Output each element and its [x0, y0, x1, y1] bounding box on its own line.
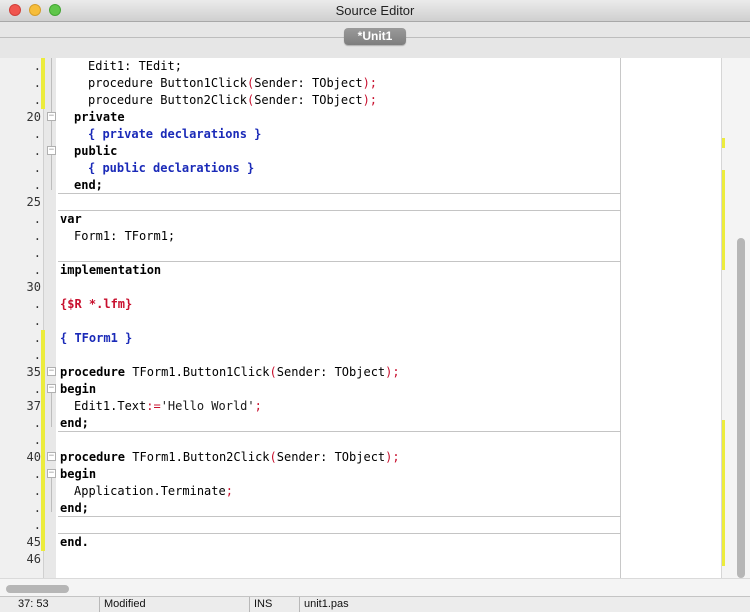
line-number: . [33, 161, 41, 175]
modified-marker [722, 138, 725, 148]
line-number: 25 [26, 195, 41, 209]
fold-guide [51, 58, 52, 190]
code-line: procedure TForm1.Button2Click(Sender: TO… [60, 450, 400, 464]
line-number: . [33, 229, 41, 243]
fold-toggle-icon[interactable]: − [47, 112, 56, 121]
line-number: . [33, 331, 41, 345]
compiler-directive: {$R *.lfm} [60, 297, 133, 311]
code-line: end; [60, 416, 89, 430]
line-number: . [33, 212, 41, 226]
line-number: . [33, 93, 41, 107]
horizontal-scroll-thumb[interactable] [6, 585, 69, 593]
code-line: Application.Terminate; [74, 484, 233, 498]
line-number: . [33, 297, 41, 311]
code-line: procedure Button1Click(Sender: TObject); [88, 76, 378, 90]
line-number: 37 [26, 399, 41, 413]
code-line: Edit1: TEdit; [88, 59, 182, 73]
window-title: Source Editor [335, 3, 415, 18]
tab-unit1[interactable]: *Unit1 [344, 28, 406, 45]
line-number: . [33, 501, 41, 515]
right-margin-line [620, 58, 621, 578]
modified-status: Modified [100, 597, 250, 612]
insert-mode: INS [250, 597, 300, 612]
code-line: begin [60, 382, 97, 396]
code-line: private [74, 110, 125, 124]
line-number: . [33, 59, 41, 73]
tab-strip: *Unit1 [0, 22, 750, 58]
code-line: end; [74, 178, 103, 192]
title-bar: Source Editor [0, 0, 750, 22]
code-comment: { public declarations } [88, 161, 255, 175]
line-number: . [33, 416, 41, 430]
fold-guide [51, 478, 52, 512]
line-number: . [33, 348, 41, 362]
line-number: . [33, 518, 41, 532]
line-number: . [33, 246, 41, 260]
line-number: . [33, 314, 41, 328]
code-line: var [60, 212, 82, 226]
fold-toggle-icon[interactable]: − [47, 384, 56, 393]
modified-marker [722, 170, 725, 270]
code-line: end. [60, 535, 89, 549]
section-separator [58, 431, 621, 432]
code-line: Edit1.Text:='Hello World'; [74, 399, 262, 413]
line-number: . [33, 76, 41, 90]
code-line: procedure TForm1.Button1Click(Sender: TO… [60, 365, 400, 379]
line-number: . [33, 127, 41, 141]
vertical-scrollbar[interactable] [721, 58, 750, 578]
fold-toggle-icon[interactable]: − [47, 146, 56, 155]
line-number: . [33, 433, 41, 447]
section-separator [58, 516, 621, 517]
code-line: Form1: TForm1; [74, 229, 176, 243]
code-line: begin [60, 467, 97, 481]
file-name: unit1.pas [304, 598, 349, 610]
cursor-position: 37: 53 [14, 597, 100, 612]
line-number: 30 [26, 280, 41, 294]
modified-marker [41, 58, 45, 109]
line-number: . [33, 467, 41, 481]
line-number: 35 [26, 365, 41, 379]
modified-marker [41, 330, 45, 551]
line-number: . [33, 263, 41, 277]
line-number: . [33, 484, 41, 498]
code-line: public [74, 144, 118, 158]
line-number: 46 [26, 552, 41, 566]
line-number: . [33, 382, 41, 396]
code-line: procedure Button2Click(Sender: TObject); [88, 93, 378, 107]
fold-toggle-icon[interactable]: − [47, 452, 56, 461]
modified-marker [722, 420, 725, 566]
line-number: 20 [26, 110, 41, 124]
line-number: . [33, 144, 41, 158]
vertical-scroll-thumb[interactable] [737, 238, 745, 578]
code-line: end; [60, 501, 89, 515]
line-number-gutter: . . . 20 . . . . 25 . . . . 30 . . . . 3… [0, 58, 45, 578]
horizontal-scrollbar[interactable] [0, 578, 750, 596]
line-number: 40 [26, 450, 41, 464]
section-separator [58, 193, 621, 194]
line-number: 45 [26, 535, 41, 549]
code-comment: { TForm1 } [60, 331, 133, 345]
fold-toggle-icon[interactable]: − [47, 367, 56, 376]
code-line: implementation [60, 263, 162, 277]
section-separator [58, 533, 621, 534]
fold-toggle-icon[interactable]: − [47, 469, 56, 478]
status-bar: 37: 53 Modified INS unit1.pas [0, 596, 750, 612]
code-comment: { private declarations } [88, 127, 262, 141]
fold-guide [51, 393, 52, 427]
section-separator [58, 210, 621, 211]
line-number: . [33, 178, 41, 192]
